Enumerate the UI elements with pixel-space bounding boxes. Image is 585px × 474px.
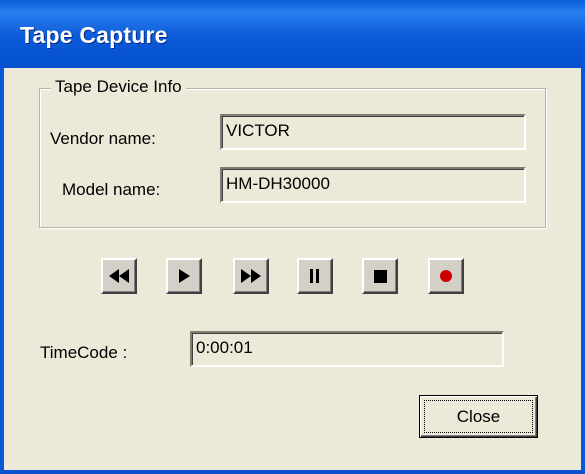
title-bar[interactable]: Tape Capture bbox=[0, 0, 585, 68]
vendor-name-label: Vendor name: bbox=[50, 129, 156, 148]
stop-button[interactable] bbox=[362, 258, 398, 294]
window-frame-right bbox=[581, 68, 585, 474]
stop-icon bbox=[373, 269, 387, 283]
close-button[interactable]: Close bbox=[419, 395, 538, 438]
rewind-icon bbox=[109, 269, 129, 283]
record-icon bbox=[440, 270, 452, 282]
model-name-field[interactable]: HM-DH30000 bbox=[220, 167, 526, 203]
group-legend: Tape Device Info bbox=[51, 77, 186, 97]
window-frame-left bbox=[0, 68, 4, 474]
fast-forward-button[interactable] bbox=[233, 258, 269, 294]
window-title: Tape Capture bbox=[20, 22, 168, 48]
window-frame-bottom bbox=[0, 470, 585, 474]
focus-rectangle bbox=[424, 400, 533, 433]
timecode-label: TimeCode : bbox=[40, 343, 128, 362]
pause-icon bbox=[310, 269, 319, 283]
play-button[interactable] bbox=[166, 258, 202, 294]
timecode-field[interactable]: 0:00:01 bbox=[190, 331, 504, 367]
model-name-label: Model name: bbox=[62, 180, 161, 199]
rewind-button[interactable] bbox=[101, 258, 137, 294]
vendor-name-field[interactable]: VICTOR bbox=[220, 114, 526, 150]
pause-button[interactable] bbox=[297, 258, 333, 294]
record-button[interactable] bbox=[428, 258, 464, 294]
fast-forward-icon bbox=[241, 269, 261, 283]
play-icon bbox=[179, 269, 190, 283]
tape-device-info-group bbox=[39, 88, 546, 228]
